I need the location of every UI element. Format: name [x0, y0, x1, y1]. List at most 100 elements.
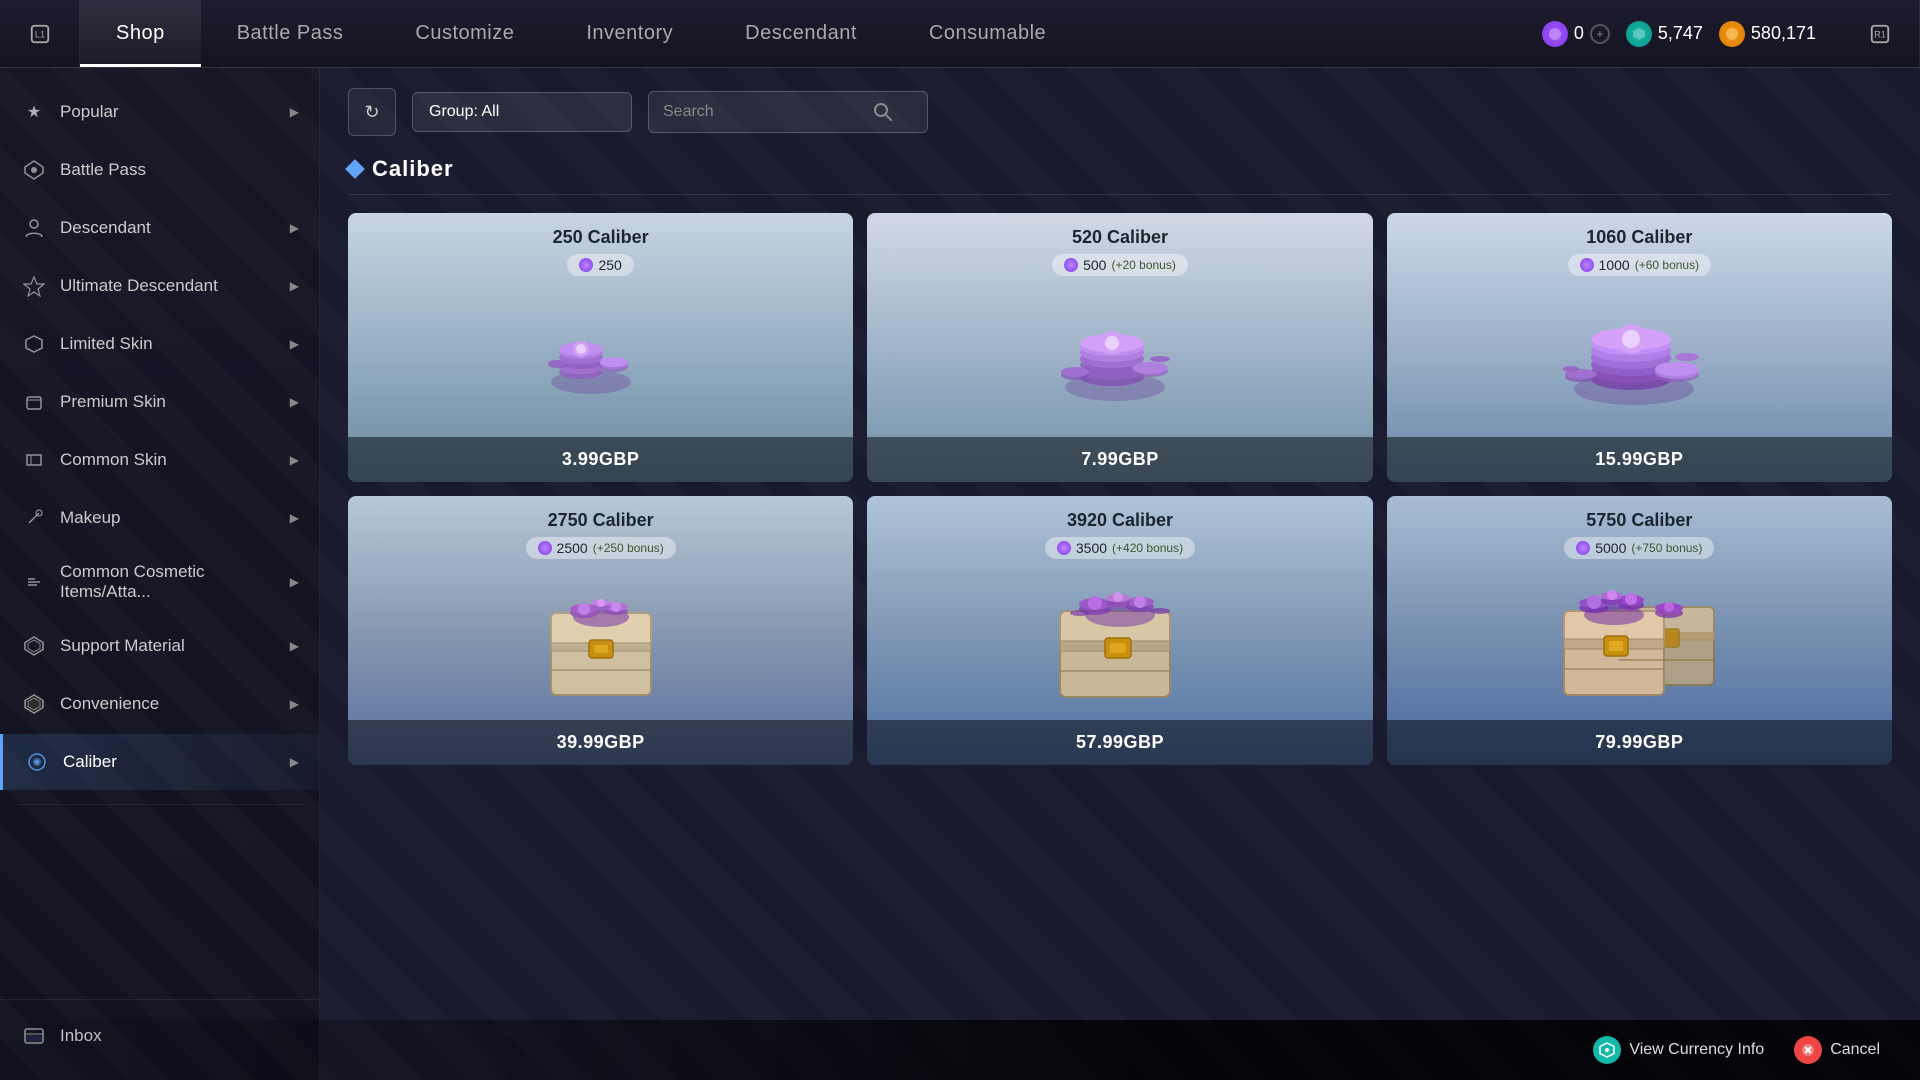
chevron-right-icon: ▶: [290, 221, 299, 235]
sidebar-item-caliber[interactable]: Caliber ▶: [0, 734, 319, 790]
section-header: Caliber: [348, 156, 1892, 195]
item-name: 1060 Caliber: [1401, 227, 1878, 248]
item-amount-badge: 1000 (+60 bonus): [1568, 254, 1712, 276]
item-amount-badge: 500 (+20 bonus): [1052, 254, 1188, 276]
nav-left-button[interactable]: L1: [0, 0, 80, 68]
item-price: 15.99GBP: [1387, 437, 1892, 482]
convenience-icon: [20, 690, 48, 718]
sidebar-item-battle-pass[interactable]: Battle Pass: [0, 142, 319, 198]
item-amount-badge: 2500 (+250 bonus): [526, 537, 676, 559]
teal-currency-icon: [1626, 21, 1652, 47]
currency-info-icon: [1593, 1036, 1621, 1064]
shop-item-520-caliber[interactable]: 520 Caliber 500 (+20 bonus): [867, 213, 1372, 482]
currency-bar: 0 + 5,747 580,171: [1542, 21, 1840, 47]
content-area: ↻ Group: All Caliber 250 Cali: [320, 68, 1920, 1080]
cancel-icon: [1794, 1036, 1822, 1064]
item-price: 7.99GBP: [867, 437, 1372, 482]
search-input[interactable]: [663, 103, 863, 121]
chevron-right-icon: ▶: [290, 453, 299, 467]
item-price: 3.99GBP: [348, 437, 853, 482]
sidebar-item-convenience[interactable]: Convenience ▶: [0, 676, 319, 732]
item-image: [867, 560, 1372, 720]
item-image: [1387, 277, 1892, 437]
main-layout: ★ Popular ▶ Battle Pass Descendant ▶: [0, 68, 1920, 1080]
limited-skin-icon: [20, 330, 48, 358]
view-currency-info-button[interactable]: View Currency Info: [1593, 1036, 1764, 1064]
chevron-right-icon: ▶: [290, 575, 299, 589]
chevron-right-icon: ▶: [290, 511, 299, 525]
item-name: 3920 Caliber: [881, 510, 1358, 531]
sidebar-item-support-material[interactable]: Support Material ▶: [0, 618, 319, 674]
group-select[interactable]: Group: All: [412, 92, 632, 132]
coin-pile-small-icon: [536, 297, 666, 417]
nav-right-button[interactable]: R1: [1840, 0, 1920, 68]
chevron-right-icon: ▶: [290, 755, 299, 769]
chevron-right-icon: ▶: [290, 337, 299, 351]
sidebar-item-descendant[interactable]: Descendant ▶: [0, 200, 319, 256]
filter-bar: ↻ Group: All: [348, 88, 1892, 136]
tab-consumable[interactable]: Consumable: [893, 0, 1082, 67]
support-material-icon: [20, 632, 48, 660]
nav-tabs: Shop Battle Pass Customize Inventory Des…: [80, 0, 1082, 67]
item-price: 57.99GBP: [867, 720, 1372, 765]
item-image: [348, 277, 853, 437]
chest-small-icon: [526, 575, 676, 705]
chest-medium-icon: [1040, 575, 1200, 705]
tab-battle-pass[interactable]: Battle Pass: [201, 0, 380, 67]
bottom-bar: View Currency Info Cancel: [0, 1020, 1920, 1080]
shop-item-2750-caliber[interactable]: 2750 Caliber 2500 (+250 bonus): [348, 496, 853, 765]
sidebar-item-limited-skin[interactable]: Limited Skin ▶: [0, 316, 319, 372]
sidebar-item-ultimate-descendant[interactable]: Ultimate Descendant ▶: [0, 258, 319, 314]
shop-item-250-caliber[interactable]: 250 Caliber 250: [348, 213, 853, 482]
search-box: [648, 91, 928, 133]
ultimate-descendant-icon: [20, 272, 48, 300]
shop-items-grid: 250 Caliber 250: [348, 213, 1892, 765]
shop-item-1060-caliber[interactable]: 1060 Caliber 1000 (+60 bonus): [1387, 213, 1892, 482]
makeup-icon: [20, 504, 48, 532]
caliber-dot-icon: [538, 541, 552, 555]
sidebar-item-premium-skin[interactable]: Premium Skin ▶: [0, 374, 319, 430]
sidebar-item-common-cosmetic[interactable]: Common Cosmetic Items/Atta... ▶: [0, 548, 319, 616]
shop-item-5750-caliber[interactable]: 5750 Caliber 5000 (+750 bonus): [1387, 496, 1892, 765]
item-amount-badge: 3500 (+420 bonus): [1045, 537, 1195, 559]
chevron-right-icon: ▶: [290, 105, 299, 119]
purple-currency: 0 +: [1542, 21, 1610, 47]
item-name: 250 Caliber: [362, 227, 839, 248]
tab-customize[interactable]: Customize: [379, 0, 550, 67]
caliber-dot-icon: [579, 258, 593, 272]
chevron-right-icon: ▶: [290, 639, 299, 653]
gold-currency-icon: [1719, 21, 1745, 47]
top-navigation: L1 Shop Battle Pass Customize Inventory …: [0, 0, 1920, 68]
coin-pile-large-icon: [1559, 297, 1719, 417]
chest-large-icon: [1549, 575, 1729, 705]
chevron-right-icon: ▶: [290, 697, 299, 711]
sidebar-item-popular[interactable]: ★ Popular ▶: [0, 84, 319, 140]
shop-item-3920-caliber[interactable]: 3920 Caliber 3500 (+420 bonus): [867, 496, 1372, 765]
refresh-button[interactable]: ↻: [348, 88, 396, 136]
cancel-button[interactable]: Cancel: [1794, 1036, 1880, 1064]
chevron-right-icon: ▶: [290, 395, 299, 409]
item-image: [348, 560, 853, 720]
sidebar-item-common-skin[interactable]: Common Skin ▶: [0, 432, 319, 488]
svg-text:L1: L1: [34, 29, 44, 39]
item-name: 520 Caliber: [881, 227, 1358, 248]
tab-shop[interactable]: Shop: [80, 0, 201, 67]
cancel-label: Cancel: [1830, 1041, 1880, 1059]
caliber-dot-icon: [1580, 258, 1594, 272]
sidebar-item-makeup[interactable]: Makeup ▶: [0, 490, 319, 546]
premium-skin-icon: [20, 388, 48, 416]
tab-descendant[interactable]: Descendant: [709, 0, 893, 67]
battle-pass-icon: [20, 156, 48, 184]
purple-currency-icon: [1542, 21, 1568, 47]
item-price: 79.99GBP: [1387, 720, 1892, 765]
view-currency-label: View Currency Info: [1629, 1041, 1764, 1059]
item-amount-badge: 250: [567, 254, 633, 276]
add-currency-button[interactable]: +: [1590, 24, 1610, 44]
sidebar: ★ Popular ▶ Battle Pass Descendant ▶: [0, 68, 320, 1080]
gold-currency: 580,171: [1719, 21, 1816, 47]
tab-inventory[interactable]: Inventory: [550, 0, 709, 67]
chevron-right-icon: ▶: [290, 279, 299, 293]
common-cosmetic-icon: [20, 568, 48, 596]
item-amount-badge: 5000 (+750 bonus): [1564, 537, 1714, 559]
item-image: [1387, 560, 1892, 720]
